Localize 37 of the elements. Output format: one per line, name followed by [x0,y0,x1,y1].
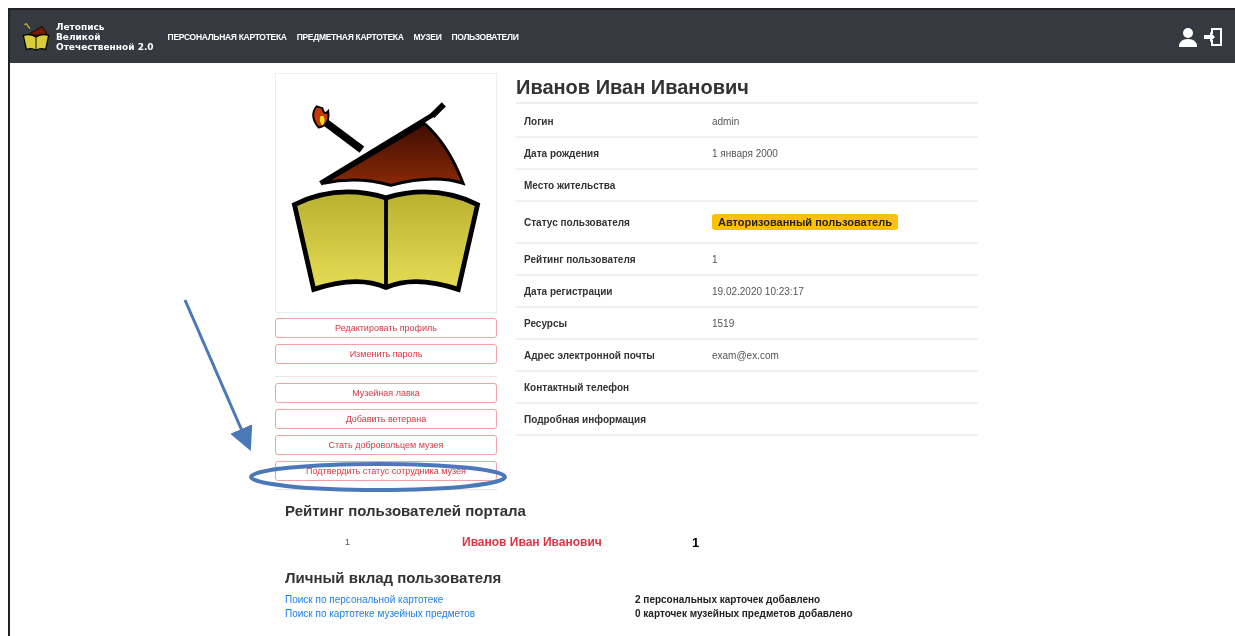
contribution-title: Личный вклад пользователя [285,569,503,586]
contribution-text: 0 карточек музейных предметов добавлено [635,608,853,621]
nav-link[interactable]: МУЗЕИ [413,31,442,42]
field-label: Логин [523,115,555,127]
field-value: exam@ex.com [712,349,779,361]
field-label: Статус пользователя [523,216,631,228]
search-link[interactable]: Поиск по персональной картотеке [285,594,635,608]
nav-link[interactable]: ПЕРСОНАЛЬНАЯ КАРТОТЕКА [167,31,287,42]
field-label: Дата регистрации [523,285,614,297]
field-label: Контактный телефон [523,381,631,393]
field-value: 19.02.2020 10:23:17 [712,285,804,297]
action-button[interactable]: Добавить ветерана [275,409,497,429]
rating-score: 1 [692,534,700,550]
field-label: Ресурсы [523,317,569,329]
profile-button[interactable]: Изменить пароль [275,344,497,364]
field-value: 1519 [712,317,735,329]
user-link[interactable]: Иванов Иван Иванович [462,535,662,549]
user-name: Иванов Иван Иванович [516,76,978,104]
action-button[interactable]: Музейная лавка [275,383,497,403]
field-value: admin [712,115,740,127]
nav-link[interactable]: ПОЛЬЗОВАТЕЛИ [451,31,519,42]
field-value: 1 января 2000 [712,147,778,159]
status-badge: Авторизованный пользователь [712,214,898,230]
field-label: Место жительства [523,179,617,191]
brand-title[interactable]: Летопись Великой Отечественной 2.0 [56,21,154,52]
profile-button[interactable]: Редактировать профиль [275,318,497,338]
contribution-text: 2 персональных карточек добавлено [635,594,821,607]
field-label: Подробная информация [523,413,647,425]
search-link[interactable]: Поиск по картотеке музейных предметов [285,608,635,622]
field-label: Адрес электронной почты [523,349,656,361]
rating-rank: 1 [344,537,350,547]
action-button[interactable]: Стать добровольцем музея [275,435,497,455]
field-value: 1 [712,253,718,265]
field-label: Дата рождения [523,147,601,159]
rating-title: Рейтинг пользователей портала [285,502,527,519]
nav-link[interactable]: ПРЕДМЕТНАЯ КАРТОТЕКА [296,31,404,42]
field-label: Рейтинг пользователя [523,253,637,265]
